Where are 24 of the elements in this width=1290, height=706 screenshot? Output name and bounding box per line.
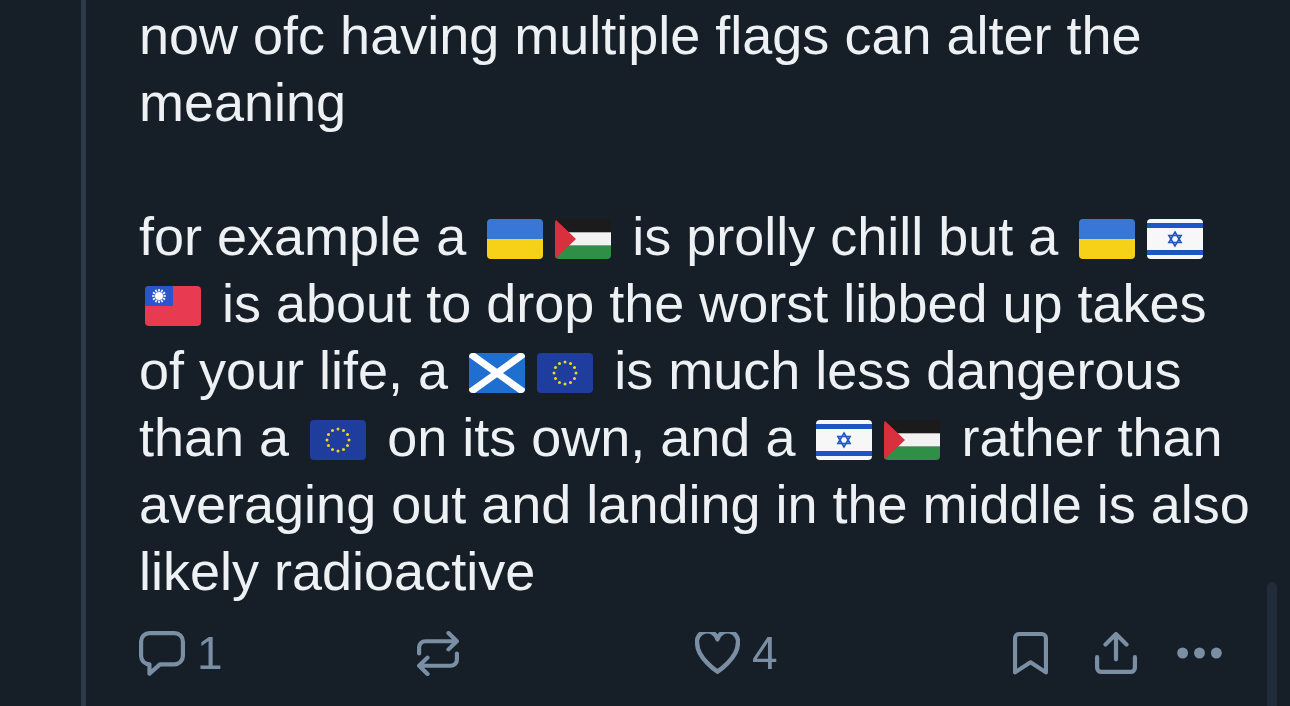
eu-flag-icon: [537, 353, 594, 393]
palestine-flag-icon: [884, 420, 941, 460]
ukraine-flag-icon: [1079, 219, 1136, 259]
ukraine-flag-icon: [487, 219, 544, 259]
reply-button[interactable]: 1: [139, 630, 223, 676]
bookmark-icon: [1013, 631, 1048, 675]
like-button[interactable]: 4: [695, 630, 778, 676]
israel-flag-icon: [816, 420, 873, 460]
post-text: for example a is prolly chill but a is about to drop the worst libbed up takes of your life, a is much less dangerous than a on its own, and a rather than averaging out and landing in the middle is also likely radioactive: [139, 205, 1251, 603]
repost-button[interactable]: [417, 630, 459, 676]
speech-bubble-icon: [139, 630, 185, 676]
eu-flag-icon: [310, 420, 367, 460]
more-icon: [1177, 647, 1222, 659]
israel-flag-icon: [1147, 219, 1204, 259]
repeat-arrows-icon: [417, 630, 459, 676]
heart-icon: [695, 632, 740, 674]
scotland-flag-icon: [469, 353, 526, 393]
bookmark-button[interactable]: [1013, 631, 1048, 675]
share-icon: [1095, 632, 1137, 674]
taiwan-flag-icon: [145, 286, 201, 326]
post-text: now ofc having multiple flags can alter the meaning: [139, 4, 1143, 134]
more-button[interactable]: [1177, 647, 1222, 659]
share-button[interactable]: [1095, 632, 1137, 674]
palestine-flag-icon: [555, 219, 612, 259]
